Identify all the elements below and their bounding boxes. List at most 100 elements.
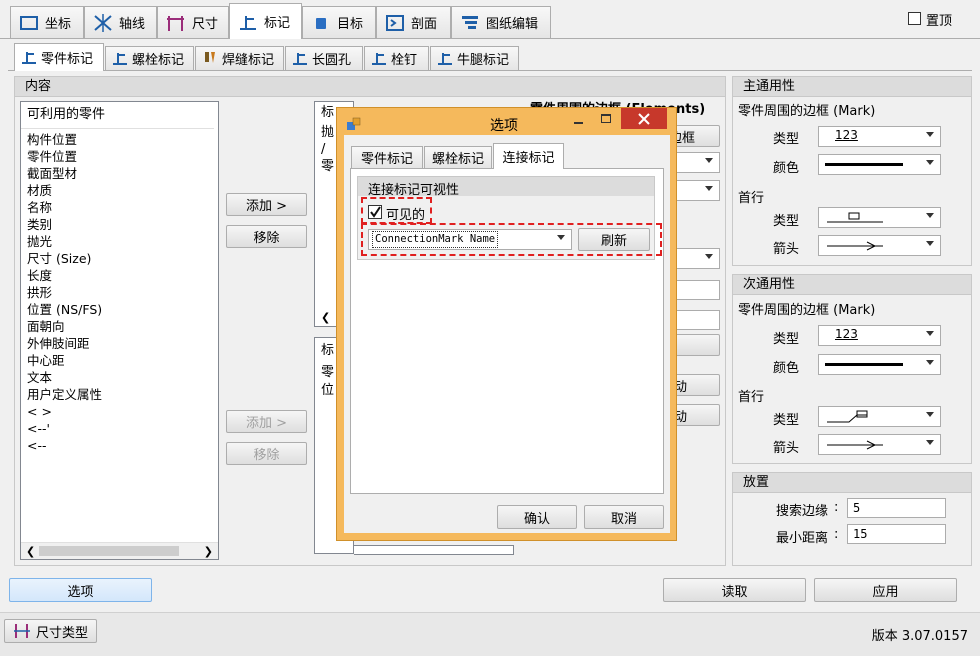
close-button[interactable] [621, 108, 667, 129]
line-type-icon [827, 212, 883, 223]
mark-icon [21, 49, 37, 67]
tab-mark[interactable]: 标记 [229, 3, 302, 39]
list-item[interactable]: 文本 [21, 369, 218, 386]
sub-color-label: 颜色 [773, 361, 800, 376]
options-button[interactable]: 选项 [9, 578, 152, 602]
main-arrow-combo[interactable] [818, 235, 941, 256]
scroll-right-icon[interactable]: ❯ [204, 543, 213, 560]
search-margin-field[interactable]: 5 [847, 498, 946, 518]
list-item[interactable]: 类别 [21, 216, 218, 233]
list-item[interactable]: 名称 [21, 199, 218, 216]
available-parts-list[interactable]: 可利用的零件 构件位置 零件位置 截面型材 材质 名称 类别 抛光 尺寸 (Size) 长度 拱形… [20, 101, 219, 560]
list-item[interactable]: 截面型材 [21, 165, 218, 182]
top-tab-bar [0, 38, 980, 39]
cancel-button[interactable]: 取消 [584, 505, 664, 529]
chevron-down-icon [926, 132, 934, 137]
tab-label: 尺寸 [192, 17, 219, 32]
list-item[interactable]: 拱形 [21, 284, 218, 301]
color-swatch-line [825, 363, 903, 366]
remove-button-2[interactable]: 移除 [226, 442, 307, 465]
list-item[interactable]: <-- [21, 437, 218, 454]
list-item[interactable]: 长度 [21, 267, 218, 284]
tab-axis[interactable]: 轴线 [84, 6, 157, 38]
list-item[interactable]: 面朝向 [21, 318, 218, 335]
mark-icon [238, 13, 258, 31]
list-title: 可利用的零件 [21, 102, 214, 129]
tab-label: 目标 [337, 17, 364, 32]
list-item[interactable]: 尺寸 (Size) [21, 250, 218, 267]
horizontal-scrollbar[interactable]: ❮ ❯ [21, 542, 218, 559]
dimension-type-button[interactable]: 尺寸类型 [4, 619, 97, 643]
visible-checkbox[interactable] [368, 205, 382, 219]
subtab-bracket-mark[interactable]: 牛腿标记 [430, 46, 519, 70]
sub-frame-label: 零件周围的边框 (Mark) [738, 303, 876, 318]
sub-arrow-label: 箭头 [773, 441, 800, 456]
colon: : [834, 527, 839, 542]
remove-button[interactable]: 移除 [226, 225, 307, 248]
chevron-down-icon [926, 331, 934, 336]
list-item[interactable]: < > [21, 403, 218, 420]
tab-coordinate[interactable]: 坐标 [10, 6, 84, 38]
min-distance-field[interactable]: 15 [847, 524, 946, 544]
list-item[interactable]: 构件位置 [21, 131, 218, 148]
maximize-button[interactable] [593, 110, 619, 130]
scroll-left-icon[interactable]: ❮ [321, 311, 330, 324]
subtab-label: 零件标记 [41, 52, 94, 67]
tab-label: 标记 [264, 16, 291, 31]
sub-head-type-combo[interactable] [818, 406, 941, 427]
list-item[interactable]: 中心距 [21, 352, 218, 369]
add-button-2[interactable]: 添加 > [226, 410, 307, 433]
connection-mark-combo[interactable]: ConnectionMark Name [368, 229, 572, 250]
topmost-checkbox[interactable] [908, 12, 921, 25]
dialog-tab-part-mark[interactable]: 零件标记 [351, 146, 423, 168]
tab-target[interactable]: 目标 [302, 6, 376, 38]
content-header: 内容 [15, 77, 725, 97]
dialog-tab-connection-mark[interactable]: 连接标记 [493, 143, 564, 169]
tab-section[interactable]: 剖面 [376, 6, 451, 38]
tab-dimension[interactable]: 尺寸 [157, 6, 229, 38]
axis-icon [93, 13, 113, 32]
list-item[interactable]: 零件位置 [21, 148, 218, 165]
sub-arrow-combo[interactable] [818, 434, 941, 455]
chevron-down-icon [926, 160, 934, 165]
list-item[interactable]: 抛光 [21, 233, 218, 250]
add-button[interactable]: 添加 > [226, 193, 307, 216]
topmost-label: 置顶 [926, 14, 953, 29]
ok-button[interactable]: 确认 [497, 505, 577, 529]
tab-drawing-edit[interactable]: 图纸编辑 [451, 6, 551, 38]
subtab-slot-hole[interactable]: 长圆孔 [285, 46, 363, 70]
minimize-button[interactable] [566, 110, 592, 130]
subtab-label: 牛腿标记 [457, 53, 510, 68]
connection-mark-value: ConnectionMark Name [372, 231, 499, 248]
sub-color-combo[interactable] [818, 354, 941, 375]
subtab-bolt-mark[interactable]: 螺栓标记 [105, 46, 194, 70]
scroll-thumb[interactable] [39, 546, 179, 556]
main-color-combo[interactable] [818, 154, 941, 175]
read-button[interactable]: 读取 [663, 578, 806, 602]
subtab-stud[interactable]: 栓钉 [364, 46, 429, 70]
subtab-label: 长圆孔 [312, 53, 352, 68]
subtab-weld-mark[interactable]: 焊缝标记 [195, 46, 284, 70]
main-head-type-combo[interactable] [818, 207, 941, 228]
list-item[interactable]: <--' [21, 420, 218, 437]
tab-label: 图纸编辑 [486, 17, 539, 32]
main-frame-label: 零件周围的边框 (Mark) [738, 104, 876, 119]
apply-button[interactable]: 应用 [814, 578, 957, 602]
placement-title: 放置 [733, 473, 971, 493]
sub-head-label: 首行 [738, 390, 765, 405]
dialog-tab-bolt-mark[interactable]: 螺栓标记 [424, 146, 492, 168]
list-item[interactable]: 用户定义属性 [21, 386, 218, 403]
main-head-label: 首行 [738, 191, 765, 206]
list-item[interactable]: 位置 (NS/FS) [21, 301, 218, 318]
subtab-part-mark[interactable]: 零件标记 [14, 43, 104, 71]
color-swatch-line [825, 163, 903, 166]
available-items: 构件位置 零件位置 截面型材 材质 名称 类别 抛光 尺寸 (Size) 长度 拱形 位置 (NS/… [21, 131, 218, 454]
subtab-label: 螺栓标记 [132, 53, 185, 68]
scroll-left-icon[interactable]: ❮ [26, 543, 35, 560]
list-item[interactable]: 外伸肢间距 [21, 335, 218, 352]
list-item[interactable]: 材质 [21, 182, 218, 199]
main-type-combo[interactable]: 123 [818, 126, 941, 147]
sub-type-combo[interactable]: 123 [818, 325, 941, 346]
refresh-button[interactable]: 刷新 [578, 228, 650, 251]
placement-panel: 放置 [732, 472, 972, 566]
